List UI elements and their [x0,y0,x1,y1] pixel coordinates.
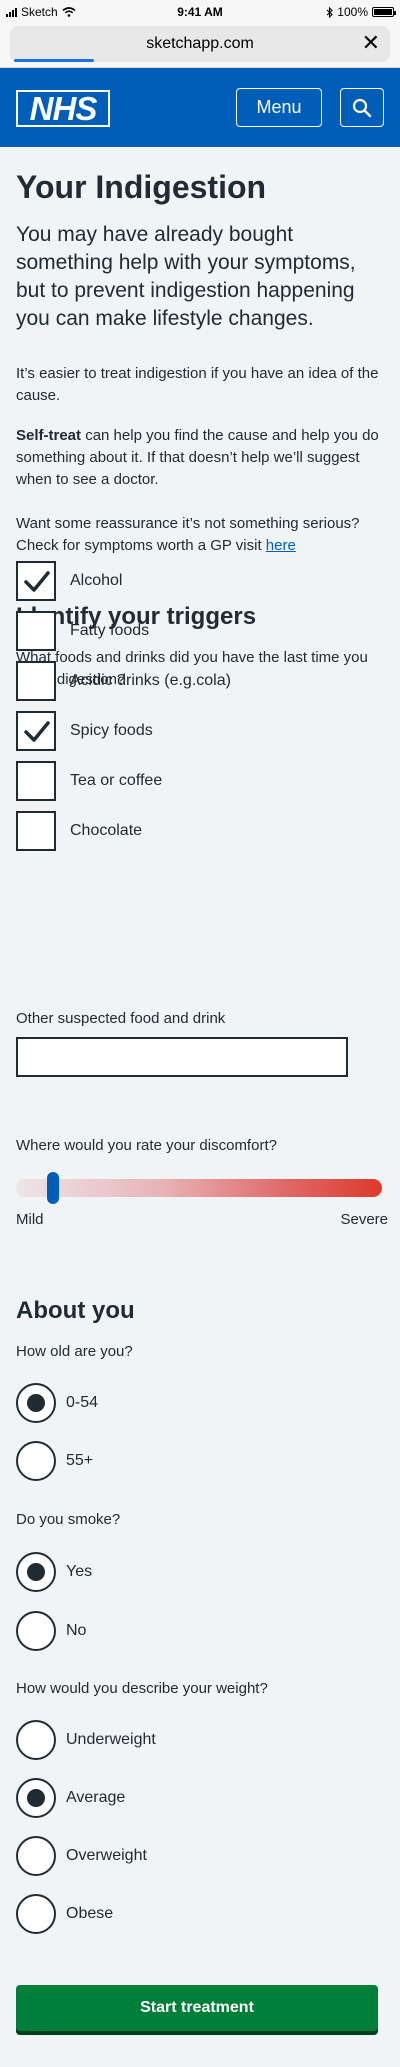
other-food-label: Other suspected food and drink [16,1010,226,1027]
smoke-option-label: Yes [66,1563,93,1580]
weight-radio[interactable] [16,1720,56,1760]
smoke-radio[interactable] [16,1611,56,1651]
slider-min-label: Mild [16,1211,44,1228]
radio-selected-dot [27,1563,45,1581]
weight-radio[interactable] [16,1894,56,1934]
trigger-checkbox[interactable] [16,761,56,801]
close-icon[interactable]: ✕ [362,30,380,56]
battery-icon [372,7,396,17]
slider-max-label: Severe [340,1211,388,1228]
page-load-progress [14,59,94,62]
trigger-option-label: Chocolate [70,822,143,839]
intro-paragraph: It’s easier to treat indigestion if you … [16,365,379,404]
age-option[interactable]: 55+ [16,1441,93,1481]
other-food-input[interactable] [16,1037,348,1077]
self-treat-bold: Self-treat [16,427,82,444]
radio-selected-dot [27,1789,45,1807]
discomfort-question: Where would you rate your discomfort? [16,1137,277,1154]
age-radio[interactable] [16,1383,56,1423]
trigger-checkbox[interactable] [16,661,56,701]
weight-option[interactable]: Obese [16,1894,113,1934]
trigger-option-label: Acidic drinks (e.g.cola) [70,672,231,689]
url-bar[interactable]: sketchapp.com ✕ [10,26,390,62]
nhs-logo[interactable]: NHS [16,90,110,127]
menu-button[interactable]: Menu [236,88,322,127]
gp-visit-link[interactable]: here [266,537,296,554]
reassurance-paragraph: Want some reassurance it’s not something… [16,513,388,557]
trigger-option[interactable]: Spicy foods [16,711,153,751]
site-header: NHS Menu [0,68,400,147]
smoke-option[interactable]: Yes [16,1552,92,1592]
trigger-option-label: Alcohol [70,572,123,589]
search-button[interactable] [340,88,384,127]
checkmark-icon [24,721,50,742]
smoke-option[interactable]: No [16,1611,86,1651]
battery-percent: 100% [337,5,368,19]
weight-option-label: Average [66,1789,126,1806]
status-right: 100% [326,5,396,19]
trigger-checkbox[interactable] [16,711,56,751]
trigger-checkbox[interactable] [16,811,56,851]
start-treatment-button[interactable]: Start treatment [16,1985,378,2031]
smoke-radio[interactable] [16,1552,56,1592]
age-radio[interactable] [16,1441,56,1481]
browser-bar: sketchapp.com ✕ [0,22,400,68]
trigger-option-label: Fatty foods [70,622,150,639]
status-bar: Sketch 9:41 AM 100% [0,0,400,22]
trigger-option[interactable]: Chocolate [16,811,142,851]
weight-question: How would you describe your weight? [16,1680,268,1697]
radio-selected-dot [27,1394,45,1412]
trigger-option-label: Spicy foods [70,722,153,739]
checkmark-icon [24,571,50,592]
smoke-question: Do you smoke? [16,1511,121,1528]
trigger-option[interactable]: Fatty foods [16,611,149,651]
about-heading: About you [16,1297,135,1324]
age-option[interactable]: 0-54 [16,1383,98,1423]
trigger-option[interactable]: Tea or coffee [16,761,162,801]
search-icon [352,98,372,118]
trigger-checkbox[interactable] [16,561,56,601]
lead-paragraph: You may have already bought something he… [16,223,356,330]
page-title: Your Indigestion [16,169,267,205]
trigger-option[interactable]: Alcohol [16,561,122,601]
weight-option-label: Underweight [66,1731,156,1748]
age-option-label: 0-54 [66,1394,99,1411]
weight-option-label: Obese [66,1905,114,1922]
weight-option[interactable]: Overweight [16,1836,147,1876]
weight-option[interactable]: Underweight [16,1720,156,1760]
smoke-option-label: No [66,1622,87,1639]
trigger-option-label: Tea or coffee [70,772,163,789]
discomfort-slider-track[interactable] [16,1179,382,1197]
discomfort-slider-thumb[interactable] [46,1172,59,1204]
reassurance-text: Want some reassurance it’s not something… [16,515,360,554]
weight-option[interactable]: Average [16,1778,125,1818]
bluetooth-icon [326,6,334,18]
weight-option-label: Overweight [66,1847,147,1864]
url-text: sketchapp.com [146,35,254,52]
trigger-option[interactable]: Acidic drinks (e.g.cola) [16,661,231,701]
age-question: How old are you? [16,1343,133,1360]
self-treat-paragraph: Self-treat can help you find the cause a… [16,425,388,491]
trigger-checkbox[interactable] [16,611,56,651]
weight-radio[interactable] [16,1778,56,1818]
weight-radio[interactable] [16,1836,56,1876]
age-option-label: 55+ [66,1452,94,1469]
